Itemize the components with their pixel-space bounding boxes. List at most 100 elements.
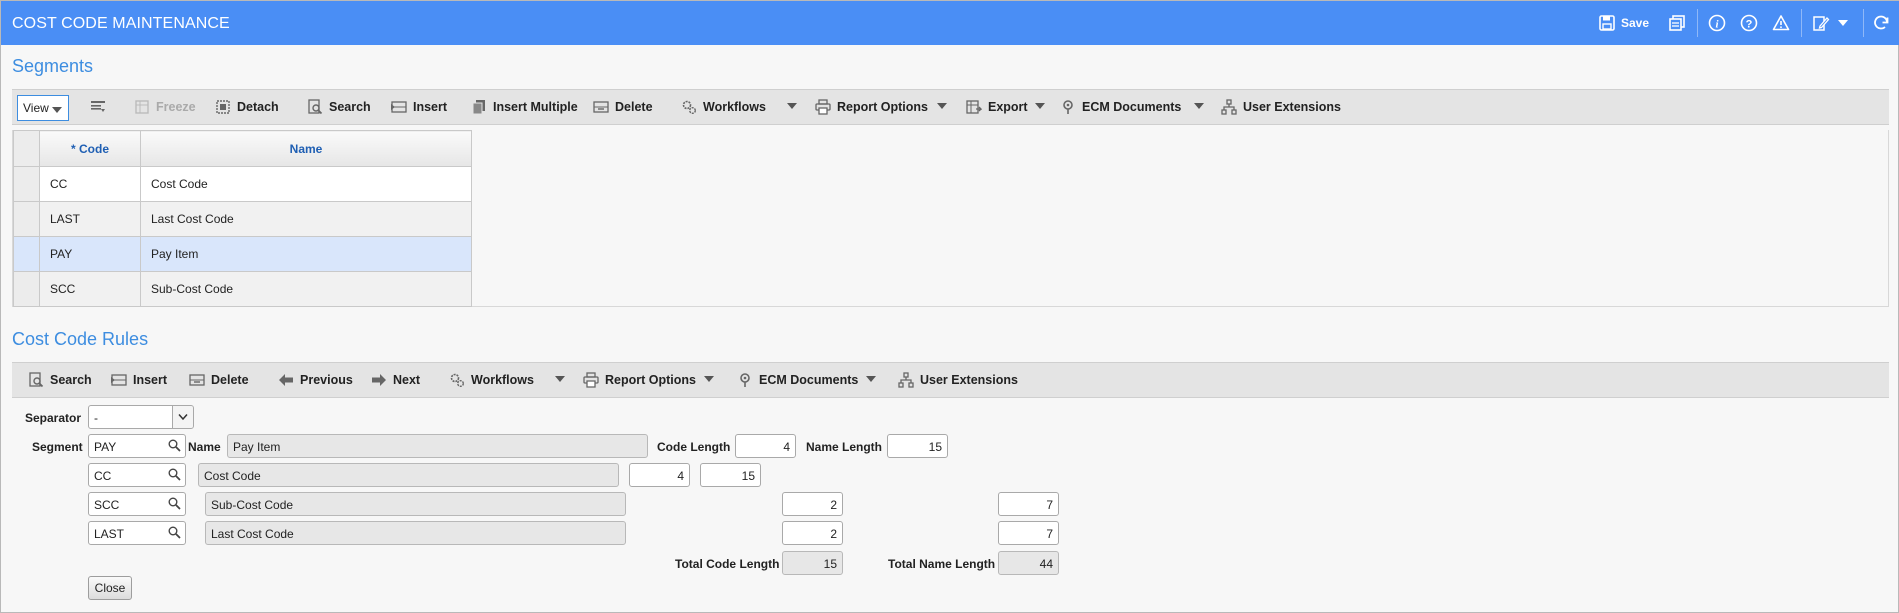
cell-code[interactable]: SCC [39,271,141,307]
rules-workflows-chevron-down-icon[interactable] [555,376,565,382]
segment-name-field: Cost Code [198,463,619,487]
name-length-input[interactable]: 7 [998,521,1059,545]
cell-name[interactable]: Cost Code [140,166,472,202]
cell-name[interactable]: Last Cost Code [140,201,472,237]
save-button[interactable]: Save [1599,13,1649,33]
rules-search-label: Search [50,373,92,387]
search-label: Search [329,100,371,114]
segments-toolbar: View Freeze Detach Search Insert Insert … [12,89,1889,125]
rules-ecm-documents-button[interactable]: ECM Documents [737,363,858,397]
copy-icon [1669,15,1685,31]
alerts-button[interactable] [1772,13,1790,33]
next-button[interactable]: Next [371,363,420,397]
freeze-button[interactable]: Freeze [134,90,196,124]
rules-user-extensions-button[interactable]: User Extensions [898,363,1018,397]
report-options-button[interactable]: Report Options [815,90,928,124]
table-row-selected[interactable]: PAY Pay Item [13,236,472,272]
segment-code-input[interactable]: CC [88,463,186,487]
report-options-chevron-down-icon[interactable] [937,103,947,109]
segment-code-input[interactable]: PAY [88,434,186,458]
column-header-name[interactable]: Name [140,130,472,167]
name-length-input[interactable]: 15 [887,434,948,458]
ecm-documents-button[interactable]: ECM Documents [1060,90,1181,124]
export-button[interactable]: Export [966,90,1028,124]
code-length-input[interactable]: 2 [782,521,843,545]
rules-search-button[interactable]: Search [28,363,92,397]
ecm-documents-icon [1060,99,1076,115]
cell-code[interactable]: LAST [39,201,141,237]
table-row[interactable]: LAST Last Cost Code [13,201,472,237]
cell-name[interactable]: Pay Item [140,236,472,272]
segment-code-input[interactable]: LAST [88,521,186,545]
rules-insert-button[interactable]: Insert [111,363,167,397]
delete-row-icon [593,99,609,115]
search-icon[interactable] [168,497,181,513]
workflows-icon [449,372,465,388]
row-selector[interactable] [13,201,40,237]
row-header-corner [13,130,40,167]
info-button[interactable]: i [1708,13,1726,33]
column-settings-button[interactable] [90,90,112,124]
rules-delete-label: Delete [211,373,249,387]
copy-button[interactable] [1668,13,1686,33]
workflows-button[interactable]: Workflows [681,90,766,124]
insert-button[interactable]: Insert [391,90,447,124]
title-bar: COST CODE MAINTENANCE Save i ? [1,1,1899,45]
freeze-label: Freeze [156,100,196,114]
cell-code[interactable]: PAY [39,236,141,272]
total-name-length-field: 44 [998,551,1059,575]
insert-icon [391,99,407,115]
workflows-chevron-down-icon[interactable] [787,103,797,109]
table-row[interactable]: CC Cost Code [13,166,472,202]
chevron-down-icon[interactable] [172,406,193,428]
chevron-down-icon [52,107,62,113]
ecm-documents-chevron-down-icon[interactable] [1194,103,1204,109]
refresh-button[interactable] [1872,13,1890,33]
insert-multiple-button[interactable]: Insert Multiple [471,90,578,124]
rules-report-options-chevron-down-icon[interactable] [704,376,714,382]
cell-code[interactable]: CC [39,166,141,202]
rules-workflows-button[interactable]: Workflows [449,363,534,397]
help-button[interactable]: ? [1740,13,1758,33]
code-length-input[interactable]: 4 [629,463,690,487]
column-header-code[interactable]: * Code [39,130,141,167]
close-button[interactable]: Close [88,576,132,600]
export-icon [966,99,982,115]
svg-text:?: ? [1746,19,1753,31]
rules-report-options-button[interactable]: Report Options [583,363,696,397]
search-button[interactable]: Search [307,90,371,124]
rules-delete-button[interactable]: Delete [189,363,249,397]
cell-name[interactable]: Sub-Cost Code [140,271,472,307]
search-icon[interactable] [168,468,181,484]
row-selector[interactable] [13,271,40,307]
row-selector[interactable] [13,236,40,272]
delete-button[interactable]: Delete [593,90,653,124]
segment-code-value: SCC [94,498,120,512]
rules-workflows-label: Workflows [471,373,534,387]
ecm-documents-label: ECM Documents [1082,100,1182,114]
separator-select[interactable]: - [88,405,194,429]
row-selector[interactable] [13,166,40,202]
export-chevron-down-icon[interactable] [1035,103,1045,109]
view-select[interactable]: View [17,95,69,121]
search-icon[interactable] [168,526,181,542]
user-extensions-button[interactable]: User Extensions [1221,90,1341,124]
rules-insert-label: Insert [133,373,168,387]
report-options-label: Report Options [837,100,928,114]
rules-user-extensions-label: User Extensions [920,373,1018,387]
total-code-length-field: 15 [782,551,843,575]
rules-ecm-documents-chevron-down-icon[interactable] [866,376,876,382]
edit-menu-button[interactable] [1812,13,1850,33]
cost-code-rules-title: Cost Code Rules [12,329,149,349]
segment-code-input[interactable]: SCC [88,492,186,516]
code-length-input[interactable]: 2 [782,492,843,516]
name-length-input[interactable]: 7 [998,492,1059,516]
detach-button[interactable]: Detach [215,90,279,124]
search-icon [28,372,44,388]
search-icon[interactable] [168,439,181,455]
code-length-input[interactable]: 4 [735,434,796,458]
segment-code-value: CC [94,469,112,483]
table-row[interactable]: SCC Sub-Cost Code [13,271,472,307]
previous-button[interactable]: Previous [278,363,353,397]
name-length-input[interactable]: 15 [700,463,761,487]
